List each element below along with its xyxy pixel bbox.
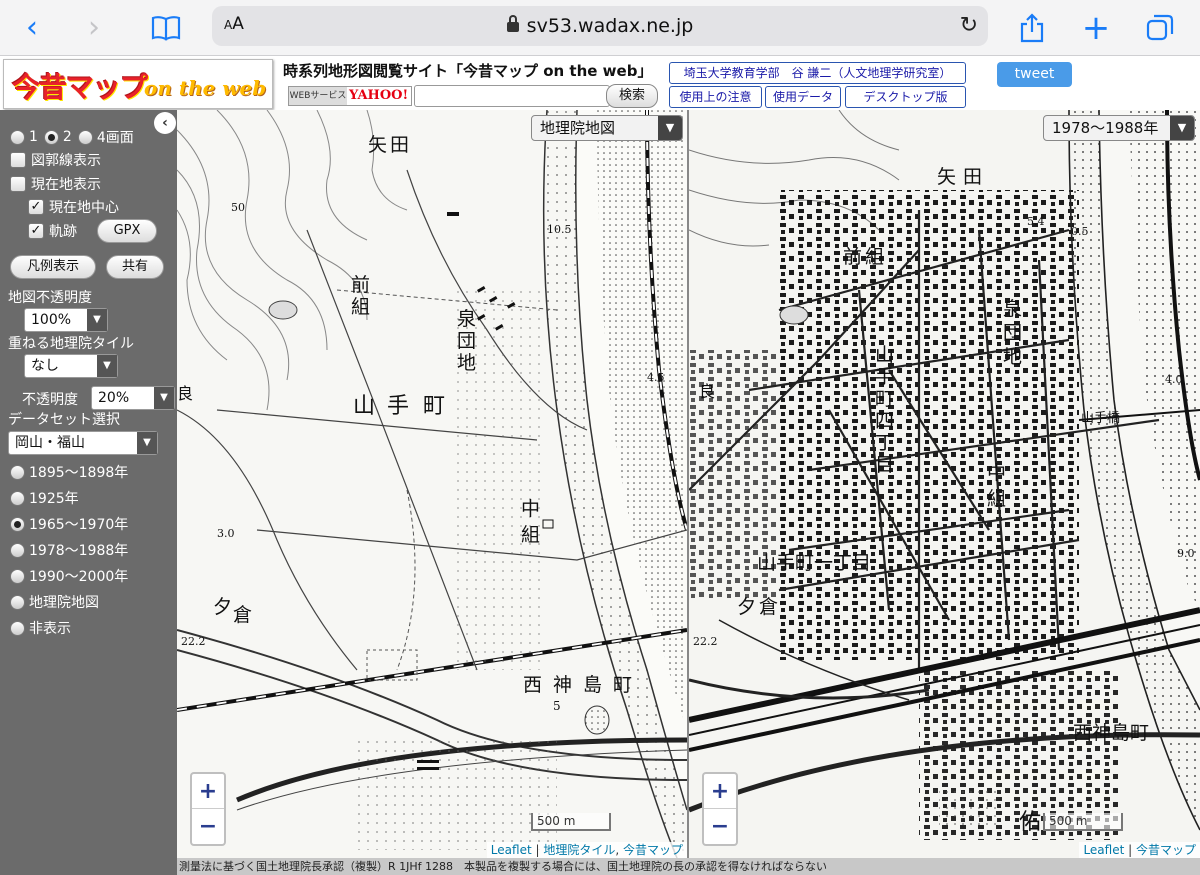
yahoo-logo[interactable]: WEBサービス YAHOO! bbox=[288, 86, 412, 106]
screen-2-radio[interactable] bbox=[43, 129, 59, 145]
opacity-label: 地図不透明度 bbox=[8, 290, 92, 306]
new-tab-icon[interactable]: + bbox=[1076, 8, 1116, 48]
period-radio[interactable] bbox=[10, 516, 25, 532]
period-radio[interactable] bbox=[10, 542, 25, 558]
reload-icon[interactable]: ↻ bbox=[960, 13, 978, 38]
center-location-checkbox[interactable]: ✓ bbox=[28, 199, 44, 215]
chevron-down-icon: ▼ bbox=[97, 355, 117, 377]
tweet-button[interactable]: tweet bbox=[997, 62, 1072, 87]
chevron-down-icon: ▼ bbox=[154, 387, 174, 409]
legend-button[interactable]: 凡例表示 bbox=[10, 255, 96, 279]
chevron-down-icon: ▼ bbox=[658, 116, 682, 140]
chevron-down-icon: ▼ bbox=[1170, 116, 1194, 140]
book-icon bbox=[151, 16, 181, 41]
zoom-in-button[interactable]: + bbox=[704, 774, 736, 809]
period-option-1990[interactable]: 1990～2000年 bbox=[10, 566, 128, 586]
track-checkbox-row[interactable]: ✓ 軌跡 bbox=[28, 221, 77, 241]
period-option-1965[interactable]: 1965～1970年 bbox=[10, 514, 128, 534]
tabs-icon[interactable] bbox=[1140, 8, 1180, 48]
overlay-opacity-label: 不透明度 bbox=[22, 392, 78, 408]
site-header: 今昔マップ on the web 時系列地形図閲覧サイト「今昔マップ on th… bbox=[0, 56, 1200, 110]
control-sidebar: ‹ 1 2 4画面 図郭線表示 現在地表示 ✓ 現在地中心 ✓ 軌跡 GPX 凡例表… bbox=[0, 110, 177, 875]
gsi-tile-link[interactable]: 地理院タイル bbox=[543, 843, 615, 857]
screen-1-radio[interactable] bbox=[10, 129, 25, 145]
grid-lines-checkbox[interactable] bbox=[10, 152, 26, 168]
screen-4-radio[interactable] bbox=[77, 129, 93, 145]
period-radio[interactable] bbox=[10, 594, 25, 610]
topographic-map-right[interactable] bbox=[689, 110, 1200, 858]
grid-lines-checkbox-row[interactable]: 図郭線表示 bbox=[10, 150, 101, 170]
site-logo[interactable]: 今昔マップ on the web bbox=[3, 59, 273, 109]
search-button[interactable]: 検索 bbox=[606, 84, 658, 108]
share-button[interactable]: 共有 bbox=[106, 255, 164, 279]
chevron-down-icon: ▼ bbox=[87, 309, 107, 331]
dataset-select[interactable]: 岡山・福山 ▼ bbox=[8, 431, 158, 455]
left-zoom-control: + − bbox=[190, 772, 226, 846]
overlay-tile-label: 重ねる地理院タイル bbox=[8, 336, 134, 352]
map-attribution: Leaflet | 今昔マップ bbox=[1079, 842, 1200, 858]
affiliation-link[interactable]: 埼玉大学教育学部 谷 謙二（人文地理学研究室） bbox=[669, 62, 966, 84]
period-radio[interactable] bbox=[10, 568, 25, 584]
zoom-out-button[interactable]: − bbox=[192, 809, 224, 844]
zoom-out-button[interactable]: − bbox=[704, 809, 736, 844]
screen-count-group: 1 2 4画面 bbox=[10, 127, 134, 147]
period-option-1925[interactable]: 1925年 bbox=[10, 488, 79, 508]
browser-toolbar: ‹ › AA sv53.wadax.ne.jp ↻ + bbox=[0, 0, 1200, 56]
right-zoom-control: + − bbox=[702, 772, 738, 846]
scale-bar: 500 m bbox=[1043, 813, 1123, 831]
left-map-pane[interactable]: 矢 田 前 組 泉 団 地 山 手 町 中 組 夕 倉 西 神 島 町 良 5 … bbox=[177, 110, 687, 858]
track-checkbox[interactable]: ✓ bbox=[28, 223, 44, 239]
current-location-checkbox-row[interactable]: 現在地表示 bbox=[10, 174, 101, 194]
address-bar[interactable]: AA sv53.wadax.ne.jp ↻ bbox=[212, 6, 988, 46]
period-radio[interactable] bbox=[10, 490, 25, 506]
leaflet-link[interactable]: Leaflet bbox=[491, 843, 532, 857]
usage-notes-link[interactable]: 使用上の注意 bbox=[669, 86, 762, 108]
overlay-opacity-select[interactable]: 20% ▼ bbox=[91, 386, 175, 410]
period-option-hidden[interactable]: 非表示 bbox=[10, 618, 71, 638]
lock-icon bbox=[506, 15, 519, 32]
period-option-1895[interactable]: 1895～1898年 bbox=[10, 462, 128, 482]
zoom-in-button[interactable]: + bbox=[192, 774, 224, 809]
share-icon[interactable] bbox=[1012, 8, 1052, 48]
opacity-select[interactable]: 100% ▼ bbox=[24, 308, 108, 332]
overlay-tile-select[interactable]: なし ▼ bbox=[24, 354, 118, 378]
gpx-button[interactable]: GPX bbox=[97, 219, 157, 243]
data-used-link[interactable]: 使用データ bbox=[765, 86, 841, 108]
right-map-pane[interactable]: 矢 田 前 組 泉 団 地 山 手 町 四 丁 目 中 組 山手町一丁目 夕 倉… bbox=[689, 110, 1200, 858]
period-radio[interactable] bbox=[10, 464, 25, 480]
bookmarks-icon[interactable] bbox=[146, 8, 186, 48]
dataset-label: データセット選択 bbox=[8, 412, 120, 428]
period-option-gsi[interactable]: 地理院地図 bbox=[10, 592, 99, 612]
konjaku-link[interactable]: 今昔マップ bbox=[1136, 843, 1196, 857]
scale-bar: 500 m bbox=[531, 813, 611, 831]
place-search-input[interactable] bbox=[414, 85, 610, 107]
collapse-sidebar-button[interactable]: ‹ bbox=[154, 112, 176, 134]
center-location-checkbox-row[interactable]: ✓ 現在地中心 bbox=[28, 197, 119, 217]
survey-approval-note: 測量法に基づく国土地理院長承認（複製）R 1JHf 1288 本製品を複製する場… bbox=[177, 858, 1200, 875]
period-radio[interactable] bbox=[10, 620, 25, 636]
period-option-1978[interactable]: 1978～1988年 bbox=[10, 540, 128, 560]
forward-button[interactable]: › bbox=[74, 8, 114, 48]
url-text: sv53.wadax.ne.jp bbox=[526, 15, 694, 37]
desktop-version-link[interactable]: デスクトップ版 bbox=[845, 86, 966, 108]
site-title: 時系列地形図閲覧サイト「今昔マップ on the web」 bbox=[283, 62, 653, 80]
topographic-map-left[interactable] bbox=[177, 110, 687, 858]
map-attribution: Leaflet | 地理院タイル, 今昔マップ bbox=[486, 842, 687, 858]
leaflet-link[interactable]: Leaflet bbox=[1083, 843, 1124, 857]
current-location-checkbox[interactable] bbox=[10, 176, 26, 192]
back-button[interactable]: ‹ bbox=[12, 8, 52, 48]
right-map-period-select[interactable]: 1978～1988年 ▼ bbox=[1043, 115, 1195, 141]
left-map-layer-select[interactable]: 地理院地図 ▼ bbox=[531, 115, 683, 141]
konjaku-link[interactable]: 今昔マップ bbox=[623, 843, 683, 857]
chevron-down-icon: ▼ bbox=[137, 432, 157, 454]
